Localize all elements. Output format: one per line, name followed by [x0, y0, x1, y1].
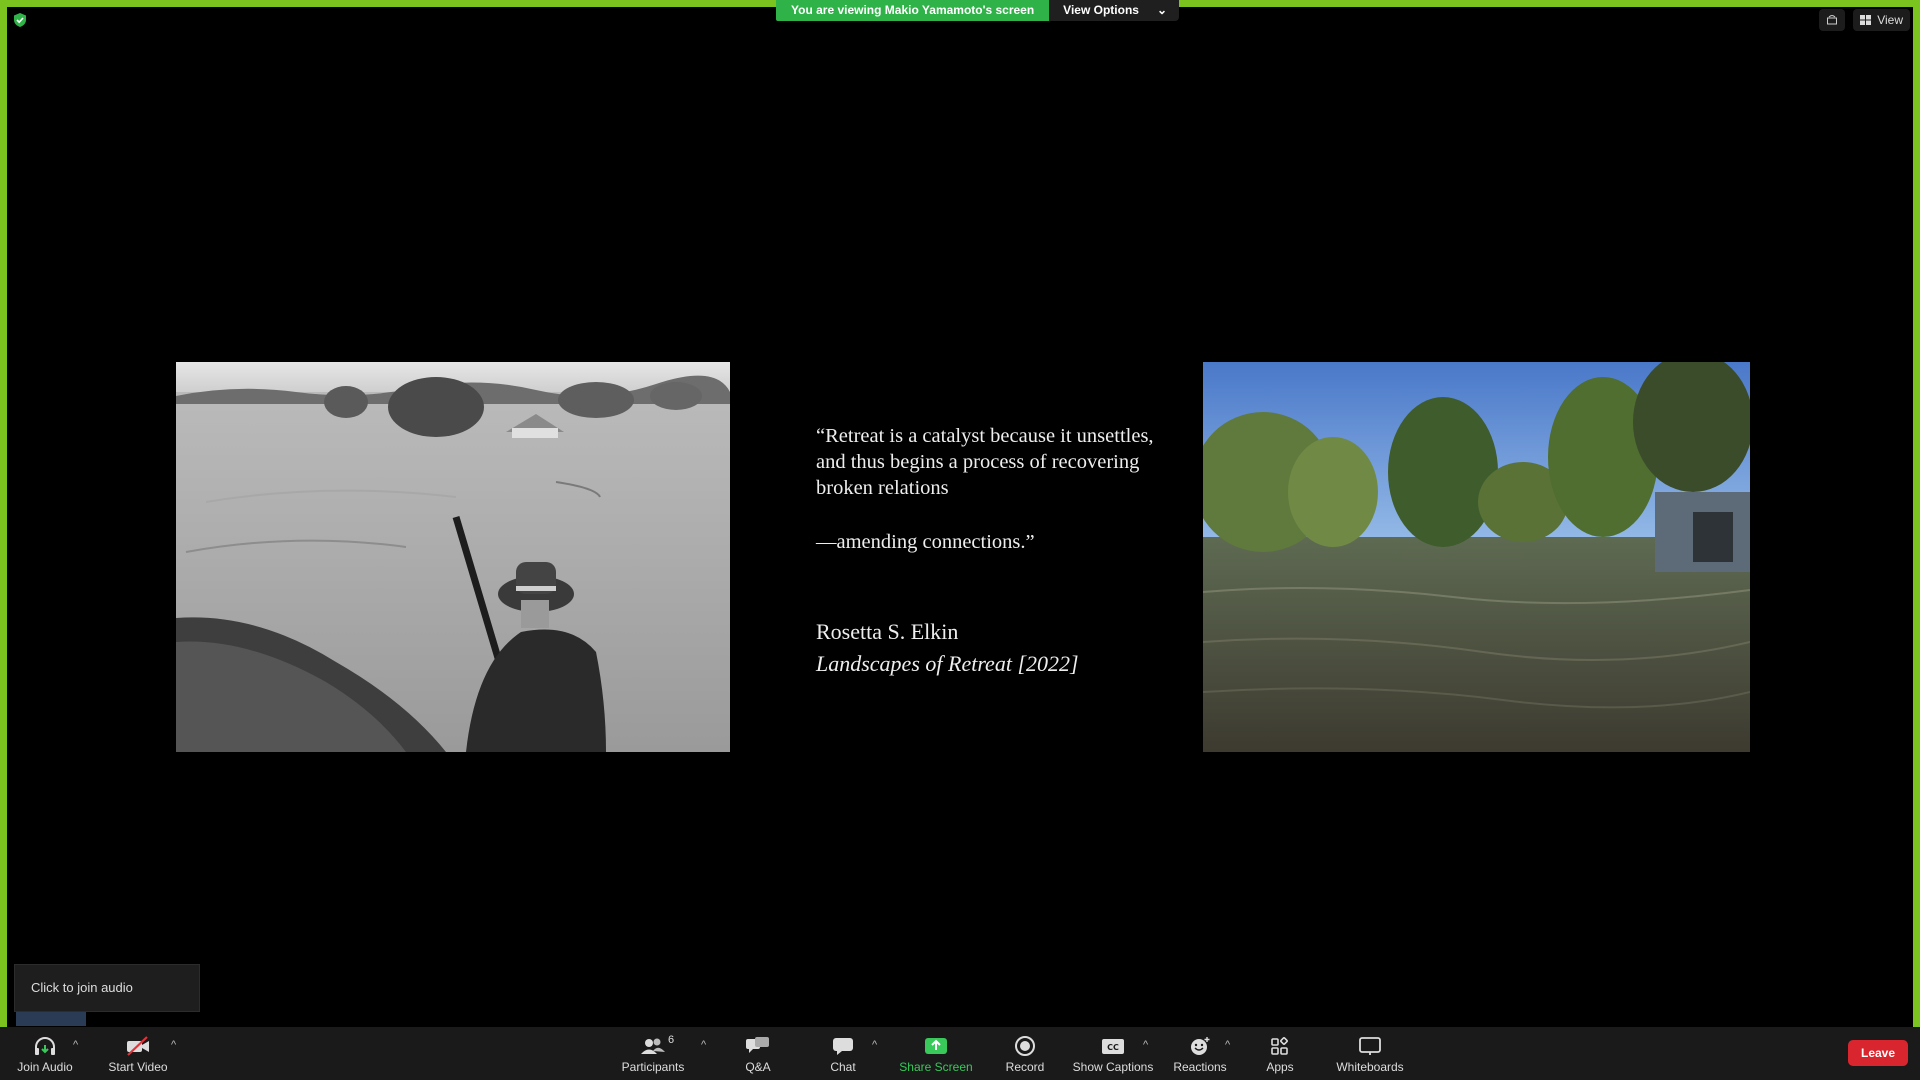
participants-caret-icon[interactable]: ^ — [701, 1039, 706, 1051]
leave-button[interactable]: Leave — [1848, 1040, 1908, 1066]
participants-button[interactable]: Participants — [618, 1027, 688, 1080]
quote-source: Landscapes of Retreat [2022] — [816, 651, 1079, 676]
share-banner: You are viewing Makio Yamamoto's screen … — [776, 0, 1180, 21]
reactions-caret-icon[interactable]: ^ — [1225, 1039, 1230, 1051]
whiteboard-icon — [1359, 1037, 1381, 1055]
exit-fullscreen-button[interactable] — [1819, 9, 1846, 31]
captions-icon: CC — [1102, 1039, 1124, 1054]
record-button[interactable]: Record — [1000, 1027, 1050, 1080]
join-audio-tooltip[interactable]: Click to join audio — [14, 964, 200, 1012]
participants-icon — [641, 1038, 665, 1054]
fullscreen-icon — [1827, 15, 1838, 25]
start-video-label: Start Video — [108, 1060, 168, 1074]
share-screen-button[interactable]: Share Screen — [896, 1027, 976, 1080]
audio-options-caret-icon[interactable]: ^ — [73, 1039, 78, 1051]
meeting-toolbar: Join Audio ^ Start Video ^ Participants … — [0, 1027, 1920, 1080]
chat-button[interactable]: Chat — [820, 1027, 866, 1080]
whiteboards-label: Whiteboards — [1336, 1060, 1404, 1074]
join-audio-button[interactable]: Join Audio — [12, 1027, 78, 1080]
self-video-thumbnail — [16, 1012, 86, 1026]
whiteboards-button[interactable]: Whiteboards — [1328, 1027, 1412, 1080]
headphones-icon — [35, 1037, 55, 1055]
slide-quote: “Retreat is a catalyst because it unsett… — [816, 423, 1156, 555]
record-label: Record — [1005, 1060, 1045, 1074]
quote-closing: —amending connections.” — [816, 531, 1035, 553]
video-off-icon — [127, 1036, 149, 1056]
view-options-label: View Options — [1063, 3, 1139, 17]
apps-button[interactable]: Apps — [1258, 1027, 1302, 1080]
grid-view-icon — [1860, 15, 1872, 25]
participants-label: Participants — [621, 1060, 685, 1074]
quote-text: “Retreat is a catalyst because it unsett… — [816, 425, 1154, 499]
apps-label: Apps — [1266, 1060, 1294, 1074]
join-audio-label: Join Audio — [17, 1060, 73, 1074]
qa-icon — [746, 1037, 769, 1053]
chevron-down-icon: ⌄ — [1156, 3, 1168, 17]
start-video-button[interactable]: Start Video — [104, 1027, 172, 1080]
quote-author: Rosetta S. Elkin — [816, 619, 959, 644]
reactions-label: Reactions — [1173, 1060, 1227, 1074]
shared-screen: “Retreat is a catalyst because it unsett… — [0, 0, 1920, 1027]
show-captions-label: Show Captions — [1072, 1060, 1154, 1074]
view-options-button[interactable]: View Options ⌄ — [1049, 0, 1180, 21]
svg-text:CC: CC — [1107, 1043, 1119, 1052]
view-button[interactable]: View — [1853, 9, 1910, 31]
show-captions-button[interactable]: CC Show Captions — [1070, 1027, 1156, 1080]
chat-label: Chat — [830, 1060, 856, 1074]
viewing-screen-message: You are viewing Makio Yamamoto's screen — [776, 0, 1050, 21]
share-screen-icon — [925, 1038, 947, 1054]
chat-icon — [833, 1038, 853, 1055]
reactions-icon — [1191, 1037, 1210, 1055]
view-label: View — [1877, 13, 1903, 27]
reactions-button[interactable]: Reactions — [1170, 1027, 1230, 1080]
chat-caret-icon[interactable]: ^ — [872, 1039, 877, 1051]
record-icon — [1015, 1036, 1035, 1056]
qa-label: Q&A — [745, 1060, 771, 1074]
qa-button[interactable]: Q&A — [736, 1027, 780, 1080]
share-screen-label: Share Screen — [899, 1060, 973, 1074]
apps-icon — [1271, 1037, 1288, 1055]
flood-photo-bw — [176, 362, 730, 752]
participants-count: 6 — [668, 1034, 675, 1046]
top-right-controls: View — [1819, 9, 1910, 31]
flood-photo-color — [1203, 362, 1750, 752]
video-options-caret-icon[interactable]: ^ — [171, 1039, 176, 1051]
captions-caret-icon[interactable]: ^ — [1143, 1039, 1148, 1051]
security-shield-icon — [14, 13, 26, 27]
